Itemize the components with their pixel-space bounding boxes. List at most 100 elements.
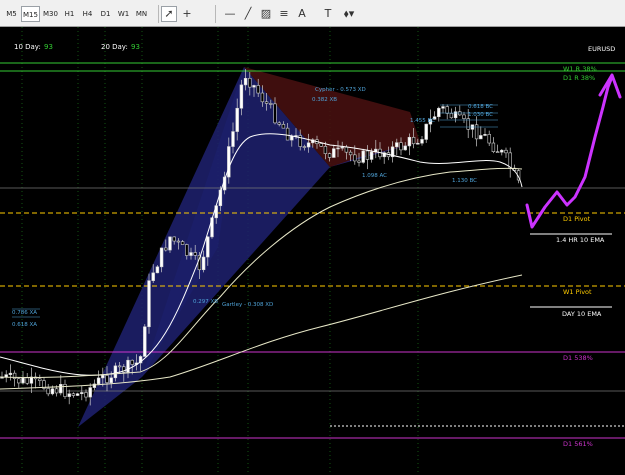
candle-body	[458, 111, 462, 116]
candle-body	[273, 103, 277, 124]
candle-body	[75, 393, 80, 396]
candle-body	[59, 384, 63, 394]
candle-body	[348, 151, 353, 156]
label-icon[interactable]: T	[320, 6, 336, 22]
candle-body	[71, 393, 76, 396]
fibonacci-icon[interactable]: ≡	[276, 6, 292, 22]
candle-body	[96, 377, 101, 385]
candle-body	[8, 372, 13, 375]
timeframe-h1-button[interactable]: H1	[61, 6, 78, 22]
candle-body	[193, 252, 197, 256]
candle-body	[117, 365, 122, 368]
candle-body	[17, 378, 21, 384]
candle-body	[344, 146, 349, 153]
candle-body	[235, 107, 239, 132]
toolbar-separator	[215, 5, 216, 23]
candle-body	[206, 236, 210, 258]
cursor-icon[interactable]: ➚	[161, 6, 177, 22]
candle-body	[365, 150, 370, 160]
level-label-w1-r38: W1 R 38%	[563, 65, 597, 73]
candle-body	[302, 146, 307, 148]
candle-body	[67, 393, 71, 397]
candle-body	[88, 387, 92, 398]
candle-body	[504, 149, 508, 154]
candle-body	[411, 136, 416, 145]
pattern-label: 0.618 XA	[12, 322, 37, 328]
candle-body	[437, 107, 441, 117]
shapes-menu-icon[interactable]: ⬧▾	[338, 6, 360, 22]
timeframe-w1-button[interactable]: W1	[115, 6, 132, 22]
candle-body	[306, 142, 311, 148]
candle-body	[147, 280, 151, 328]
candle-body	[332, 148, 336, 158]
candle-body	[21, 377, 25, 384]
candle-body	[80, 392, 84, 395]
candle-body	[395, 142, 399, 148]
candle-body	[101, 375, 105, 379]
symbol-label: EURUSD	[588, 45, 615, 53]
pattern-label: 1.455 BC	[410, 118, 435, 124]
candle-body	[323, 146, 328, 154]
pattern-label: 0.297 XB	[193, 299, 218, 305]
candle-body	[483, 134, 487, 136]
pattern-label: 0.786 XA	[12, 310, 37, 316]
candle-body	[508, 152, 512, 169]
ma-10-label: 10 Day:	[14, 43, 41, 51]
candle-body	[277, 122, 281, 125]
text-icon[interactable]: A	[294, 6, 310, 22]
candle-body	[38, 378, 42, 381]
candle-body	[441, 106, 445, 109]
candle-body	[113, 365, 118, 379]
horizontal-line-icon[interactable]: —	[222, 6, 238, 22]
trendline-icon[interactable]: ╱	[240, 6, 256, 22]
level-label-day10-ema: DAY 10 EMA	[562, 310, 602, 318]
candle-body	[227, 146, 231, 178]
chart-toolbar: M5 M15 M30 H1 H4 D1 W1 MN ➚ + — ╱ ▨ ≡ A T ⬧▾	[0, 0, 625, 27]
ema-long-line	[0, 274, 523, 390]
candle-body	[252, 85, 256, 88]
candle-body	[290, 135, 294, 141]
ma-10-value: 93	[44, 43, 53, 51]
candle-body	[264, 101, 269, 104]
candle-body	[285, 127, 290, 141]
candle-body	[449, 113, 454, 119]
pattern-label: Cypher - 0.573 XD	[315, 87, 366, 93]
candle-body	[105, 375, 109, 383]
candle-body	[453, 111, 458, 119]
pattern-label: Gartley - 0.308 XD	[222, 302, 273, 308]
candle-body	[176, 240, 181, 243]
candle-body	[155, 266, 160, 274]
candle-body	[243, 78, 248, 86]
timeframe-m5-button[interactable]: M5	[3, 6, 20, 22]
level-label-d1-pivot: D1 Pivot	[563, 215, 591, 223]
price-chart[interactable]: Cypher - 0.573 XD 0.382 XB 1.455 BC 0.61…	[0, 27, 625, 475]
candle-body	[256, 85, 260, 94]
candle-body	[185, 244, 189, 256]
candle-body	[416, 142, 420, 145]
candle-body	[172, 236, 176, 242]
candle-body	[500, 149, 504, 153]
candle-body	[445, 106, 449, 114]
level-label-d1-561: D1 561%	[563, 440, 593, 448]
candle-body	[130, 359, 134, 365]
candle-body	[248, 78, 252, 88]
timeframe-mn-button[interactable]: MN	[133, 6, 150, 22]
candle-body	[180, 241, 185, 245]
candle-body	[495, 151, 500, 153]
candle-body	[231, 131, 235, 147]
ma-20-value: 93	[131, 43, 140, 51]
candle-body	[201, 256, 206, 271]
crosshair-icon[interactable]: +	[179, 6, 195, 22]
level-label-w1-pivot: W1 Pivot	[563, 288, 592, 296]
candle-body	[54, 388, 59, 394]
timeframe-d1-button[interactable]: D1	[97, 6, 114, 22]
candle-body	[159, 247, 164, 268]
timeframe-h4-button[interactable]: H4	[79, 6, 96, 22]
channel-icon[interactable]: ▨	[258, 6, 274, 22]
candle-body	[239, 84, 244, 109]
candle-body	[353, 154, 357, 162]
timeframe-m15-button[interactable]: M15	[21, 6, 40, 22]
candle-body	[164, 247, 168, 251]
timeframe-m30-button[interactable]: M30	[41, 6, 60, 22]
candle-body	[407, 136, 412, 147]
